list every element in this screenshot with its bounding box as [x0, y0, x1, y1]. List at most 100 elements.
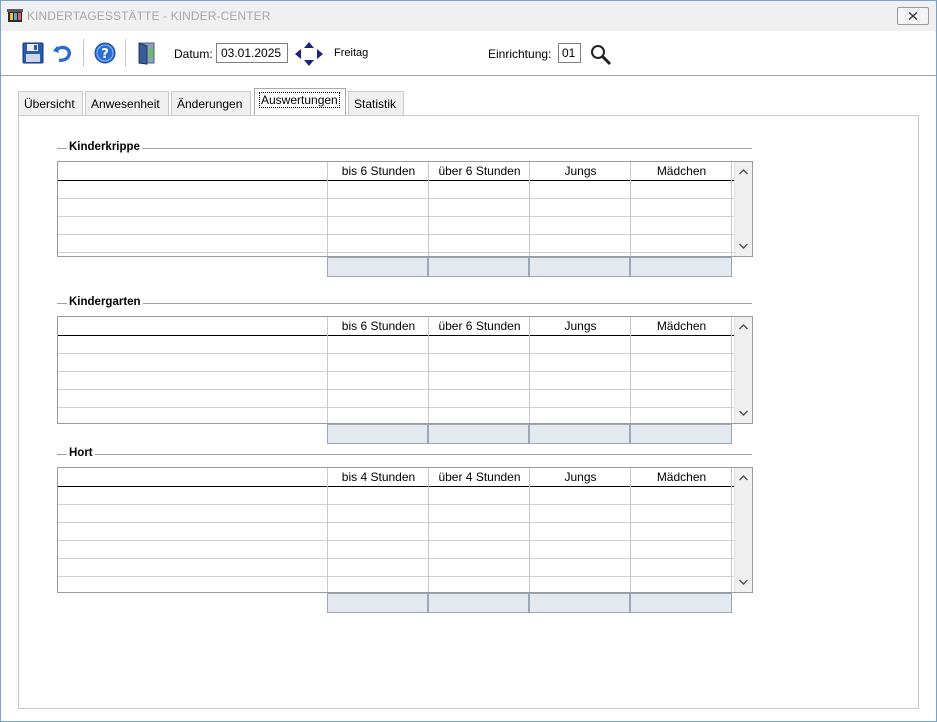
header-divider	[58, 486, 735, 487]
auswertungen-panel: Kinderkrippe bis 6 Stunden über 6 Stunde…	[18, 115, 919, 709]
column-header-maedchen[interactable]: Mädchen	[631, 162, 732, 180]
einrichtung-label: Einrichtung:	[488, 47, 552, 61]
kindergarten-table[interactable]: bis 6 Stunden über 6 Stunden Jungs Mädch…	[57, 316, 753, 424]
group-title-hort: Hort	[67, 447, 95, 459]
tab-auswertungen[interactable]: Auswertungen	[254, 88, 346, 116]
vertical-scrollbar[interactable]	[734, 317, 752, 423]
sum-cell	[327, 593, 428, 613]
table-row	[58, 389, 734, 390]
column-header	[58, 162, 328, 180]
undo-icon[interactable]	[50, 41, 74, 65]
column-divider	[731, 162, 732, 256]
scroll-up-icon[interactable]	[735, 470, 752, 486]
datum-field[interactable]	[216, 43, 288, 63]
sum-cell	[630, 593, 732, 613]
group-separator	[57, 148, 752, 149]
scroll-down-icon[interactable]	[735, 405, 752, 421]
sum-cell	[529, 593, 630, 613]
tab-label: Anwesenheit	[91, 97, 160, 111]
column-divider	[630, 317, 631, 423]
column-header-maedchen[interactable]: Mädchen	[631, 317, 732, 335]
column-header-ueber[interactable]: über 6 Stunden	[429, 317, 530, 335]
scroll-up-icon[interactable]	[735, 319, 752, 335]
scroll-up-icon[interactable]	[735, 164, 752, 180]
date-navigation-icon[interactable]	[294, 41, 324, 67]
group-title-kindergarten: Kindergarten	[67, 296, 143, 308]
help-icon[interactable]: ?	[93, 41, 117, 65]
column-divider	[529, 317, 530, 423]
column-divider	[630, 468, 631, 592]
column-divider	[731, 468, 732, 592]
column-divider	[428, 317, 429, 423]
search-icon[interactable]	[589, 43, 613, 67]
table-row	[58, 234, 734, 235]
column-header-jungs[interactable]: Jungs	[530, 317, 631, 335]
table-row	[58, 540, 734, 541]
sum-cell	[529, 257, 630, 277]
table-row	[58, 371, 734, 372]
close-button[interactable]	[897, 7, 929, 25]
sum-cell	[428, 257, 529, 277]
scroll-down-icon[interactable]	[735, 238, 752, 254]
vertical-scrollbar[interactable]	[734, 468, 752, 592]
vertical-scrollbar[interactable]	[734, 162, 752, 256]
table-row	[58, 407, 734, 408]
table-row	[58, 576, 734, 577]
app-icon	[7, 9, 23, 22]
column-divider	[731, 317, 732, 423]
close-icon	[908, 12, 918, 20]
column-header-ueber[interactable]: über 6 Stunden	[429, 162, 530, 180]
column-divider	[428, 468, 429, 592]
einrichtung-field[interactable]	[558, 43, 581, 63]
tab-label: Änderungen	[177, 97, 243, 111]
toolbar-separator	[83, 39, 85, 67]
kinderkrippe-table[interactable]: bis 6 Stunden über 6 Stunden Jungs Mädch…	[57, 161, 753, 257]
exit-door-icon[interactable]	[135, 41, 159, 65]
tab-uebersicht[interactable]: Übersicht	[18, 91, 83, 115]
title-bar: KINDERTAGESSTÄTTE - KINDER-CENTER	[1, 1, 936, 31]
column-header-ueber[interactable]: über 4 Stunden	[429, 468, 530, 486]
toolbar-separator	[125, 39, 127, 67]
sum-cell	[428, 593, 529, 613]
column-header-jungs[interactable]: Jungs	[530, 468, 631, 486]
column-divider	[630, 162, 631, 256]
header-divider	[58, 180, 735, 181]
column-divider	[327, 317, 328, 423]
column-header-bis[interactable]: bis 6 Stunden	[328, 162, 429, 180]
column-header-bis[interactable]: bis 6 Stunden	[328, 317, 429, 335]
tab-label: Auswertungen	[259, 92, 340, 108]
table-row	[58, 198, 734, 199]
column-divider	[327, 468, 328, 592]
tab-aenderungen[interactable]: Änderungen	[171, 91, 251, 115]
tab-label: Statistik	[354, 97, 397, 111]
tab-statistik[interactable]: Statistik	[348, 91, 404, 115]
save-icon[interactable]	[21, 41, 45, 65]
column-header-maedchen[interactable]: Mädchen	[631, 468, 732, 486]
column-divider	[529, 162, 530, 256]
toolbar: ? Datum: Freitag Einrichtung:	[1, 31, 936, 76]
column-header	[58, 317, 328, 335]
table-row	[58, 558, 734, 559]
table-row	[58, 353, 734, 354]
tab-anwesenheit[interactable]: Anwesenheit	[85, 91, 169, 115]
table-row	[58, 252, 734, 253]
column-header-jungs[interactable]: Jungs	[530, 162, 631, 180]
svg-text:?: ?	[101, 47, 109, 62]
group-title-kinderkrippe: Kinderkrippe	[67, 141, 142, 153]
table-row	[58, 504, 734, 505]
sum-cell	[327, 424, 428, 444]
column-header	[58, 468, 328, 486]
column-header-bis[interactable]: bis 4 Stunden	[328, 468, 429, 486]
column-divider	[327, 162, 328, 256]
window-title: KINDERTAGESSTÄTTE - KINDER-CENTER	[27, 9, 271, 23]
tab-label: Übersicht	[24, 97, 75, 111]
group-separator	[57, 454, 752, 455]
sum-cell	[529, 424, 630, 444]
header-divider	[58, 335, 735, 336]
sum-cell	[327, 257, 428, 277]
hort-table[interactable]: bis 4 Stunden über 4 Stunden Jungs Mädch…	[57, 467, 753, 593]
table-row	[58, 216, 734, 217]
sum-cell	[428, 424, 529, 444]
scroll-down-icon[interactable]	[735, 574, 752, 590]
sum-cell	[630, 257, 732, 277]
